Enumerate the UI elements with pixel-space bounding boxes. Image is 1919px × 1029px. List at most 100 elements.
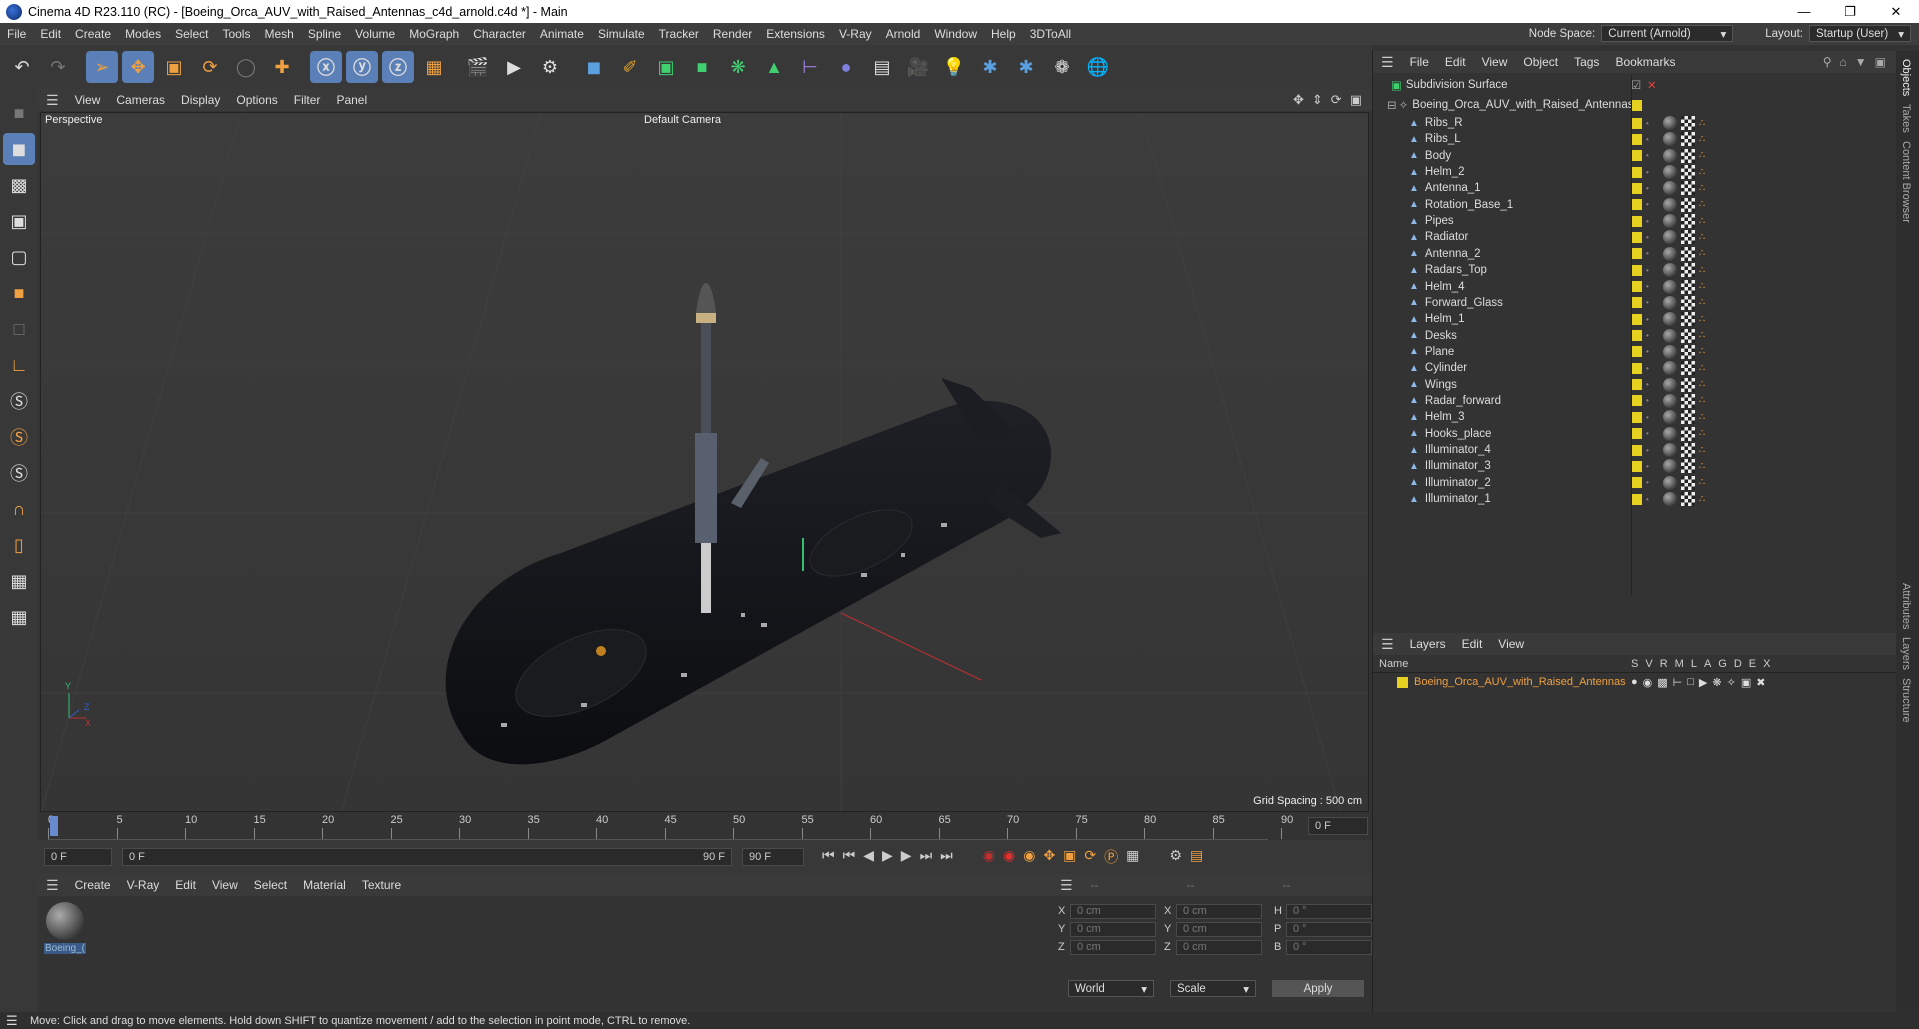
object-row[interactable]: ▲ Forward_Glass • ∴ <box>1373 295 1897 311</box>
material-tag-icon[interactable] <box>1663 165 1677 180</box>
layer-color-swatch[interactable] <box>1631 199 1642 211</box>
polygon-mode-icon[interactable]: ■ <box>3 277 35 309</box>
go-to-start-icon[interactable]: ⏮ <box>822 847 835 867</box>
menu-tracker[interactable]: Tracker <box>652 27 706 41</box>
previous-frame-icon[interactable]: ◀ <box>863 847 874 867</box>
phong-tag-icon[interactable]: ∴ <box>1699 297 1705 308</box>
menu-modes[interactable]: Modes <box>118 27 168 41</box>
hamburger-menu-icon[interactable]: ☰ <box>38 877 67 894</box>
visibility-dots-icon[interactable]: • <box>1646 119 1649 128</box>
object-row[interactable]: ▲ Ribs_L • ∴ <box>1373 131 1897 147</box>
play-icon[interactable]: ▶ <box>882 847 893 867</box>
menu-arnold[interactable]: Arnold <box>879 27 928 41</box>
layer-color-swatch[interactable] <box>1631 99 1642 111</box>
frame-range-slider[interactable]: 0 F 90 F <box>122 848 732 866</box>
viewport-menu-filter[interactable]: Filter <box>286 93 329 107</box>
rotate-tool-icon[interactable]: ⟳ <box>194 51 226 83</box>
object-row[interactable]: ▲ Body • ∴ <box>1373 148 1897 164</box>
settings-gear-icon[interactable]: ❁ <box>1046 51 1078 83</box>
layer-col-l[interactable]: L <box>1691 658 1697 670</box>
scale-tool-icon[interactable]: ▣ <box>158 51 190 83</box>
edge-mode-icon[interactable]: ▢ <box>3 241 35 273</box>
hamburger-menu-icon[interactable]: ☰ <box>6 1013 18 1029</box>
material-tag-icon[interactable] <box>1663 426 1677 441</box>
move-tool-icon[interactable]: ✥ <box>122 51 154 83</box>
manager-icon[interactable]: ⊢ <box>1673 676 1683 689</box>
layer-color-swatch[interactable] <box>1631 493 1642 505</box>
model-mode-icon[interactable]: ◼ <box>3 133 35 165</box>
autokey-icon[interactable]: ◉ <box>1003 847 1015 867</box>
side-tab-objects[interactable]: Objects <box>1900 59 1912 96</box>
layer-col-e[interactable]: E <box>1749 658 1756 670</box>
layer-col-x[interactable]: X <box>1763 658 1770 670</box>
point-mode-icon[interactable]: ▣ <box>3 205 35 237</box>
lock-icon[interactable]: □ <box>1687 676 1694 689</box>
layer-row[interactable]: Boeing_Orca_AUV_with_Raised_Antennas ● ◉… <box>1373 673 1896 691</box>
texture-tag-icon[interactable] <box>1681 230 1695 245</box>
playhead[interactable] <box>50 816 58 836</box>
object-row[interactable]: ▲ Helm_2 • ∴ <box>1373 164 1897 180</box>
render-icon[interactable]: ▩ <box>1657 676 1667 689</box>
visibility-dots-icon[interactable]: • <box>1646 151 1649 160</box>
layer-color-swatch[interactable] <box>1631 166 1642 178</box>
texture-tag-icon[interactable] <box>1681 328 1695 343</box>
phong-tag-icon[interactable]: ∴ <box>1699 379 1705 390</box>
layer-color-swatch[interactable] <box>1631 313 1642 325</box>
x-axis-lock-icon[interactable]: ⓧ <box>310 51 342 83</box>
viewport-menu-view[interactable]: View <box>67 93 109 107</box>
light-icon[interactable]: 💡 <box>938 51 970 83</box>
menu-3dtoall[interactable]: 3DToAll <box>1023 27 1078 41</box>
filter-icon[interactable]: ▼ <box>1855 55 1867 69</box>
cube-icon[interactable]: ◼ <box>578 51 610 83</box>
next-key-icon[interactable]: ⏭ <box>920 847 933 867</box>
home-icon[interactable]: ⌂ <box>1840 55 1847 69</box>
phong-tag-icon[interactable]: ∴ <box>1699 232 1705 243</box>
phong-tag-icon[interactable]: ∴ <box>1699 265 1705 276</box>
texture-tag-icon[interactable] <box>1681 214 1695 229</box>
side-tab-content-browser[interactable]: Content Browser <box>1900 141 1912 223</box>
phong-tag-icon[interactable]: ∴ <box>1699 330 1705 341</box>
visibility-dots-icon[interactable]: • <box>1646 396 1649 405</box>
check-icon[interactable]: ☑ <box>1631 78 1641 92</box>
visibility-dots-icon[interactable]: • <box>1646 364 1649 373</box>
phong-tag-icon[interactable]: ∴ <box>1699 199 1705 210</box>
menu-file[interactable]: File <box>0 27 33 41</box>
solo-icon[interactable]: ● <box>1631 676 1638 689</box>
texture-tag-icon[interactable] <box>1681 263 1695 278</box>
texture-tag-icon[interactable] <box>1681 344 1695 359</box>
viewport-menu-cameras[interactable]: Cameras <box>108 93 173 107</box>
next-frame-icon[interactable]: ▶ <box>901 847 912 867</box>
viewport-menu-options[interactable]: Options <box>228 93 285 107</box>
globe-icon[interactable]: 🌐 <box>1082 51 1114 83</box>
phong-tag-icon[interactable]: ∴ <box>1699 216 1705 227</box>
layer-menu-layers[interactable]: Layers <box>1402 637 1454 651</box>
menu-select[interactable]: Select <box>168 27 215 41</box>
previous-key-icon[interactable]: ⏮ <box>843 847 856 867</box>
layer-color-swatch[interactable] <box>1631 362 1642 374</box>
coordinate-value-field[interactable]: 0 cm <box>1070 903 1156 919</box>
disable-icon[interactable]: ✕ <box>1647 78 1657 92</box>
material-tag-icon[interactable] <box>1663 279 1677 294</box>
object-row[interactable]: ▲ Radar_forward • ∴ <box>1373 393 1897 409</box>
material-tag-icon[interactable] <box>1663 197 1677 212</box>
material-tag-icon[interactable] <box>1663 116 1677 130</box>
texture-tag-icon[interactable] <box>1681 361 1695 376</box>
phong-tag-icon[interactable]: ∴ <box>1699 477 1705 488</box>
coordinate-value-field[interactable]: 0 ° <box>1286 939 1372 955</box>
material-tag-icon[interactable] <box>1663 263 1677 278</box>
material-menu-v-ray[interactable]: V-Ray <box>119 878 168 892</box>
render-settings-icon[interactable]: ⚙ <box>534 51 566 83</box>
visibility-dots-icon[interactable]: • <box>1646 168 1649 177</box>
material-tag-icon[interactable] <box>1663 295 1677 310</box>
visibility-dots-icon[interactable]: • <box>1646 249 1649 258</box>
mograph-icon[interactable]: ▲ <box>758 51 790 83</box>
key-scale-icon[interactable]: ▣ <box>1063 847 1076 867</box>
phong-tag-icon[interactable]: ∴ <box>1699 461 1705 472</box>
object-menu-file[interactable]: File <box>1402 55 1437 69</box>
material-tag-icon[interactable] <box>1663 214 1677 229</box>
deformer-layer-icon[interactable]: ✧ <box>1727 676 1736 689</box>
phong-tag-icon[interactable]: ∴ <box>1699 281 1705 292</box>
render-picture-viewer-icon[interactable]: ▶ <box>498 51 530 83</box>
texture-tag-icon[interactable] <box>1681 148 1695 163</box>
start-frame-field[interactable]: 0 F <box>44 848 112 866</box>
